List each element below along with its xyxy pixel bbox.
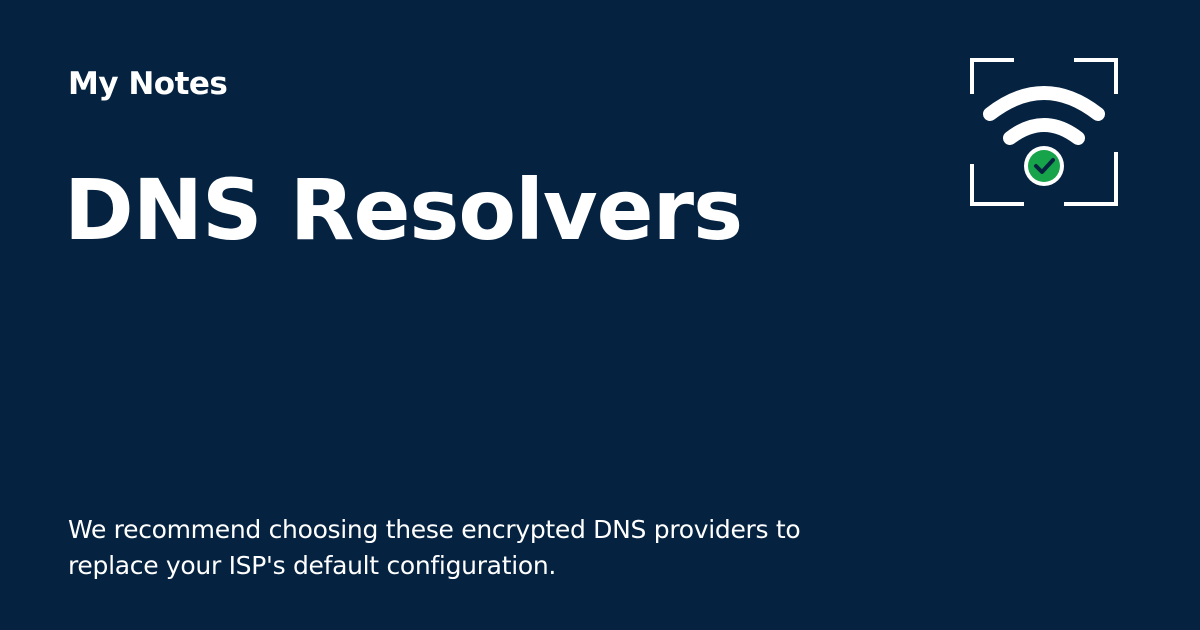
site-name: My Notes (68, 66, 228, 102)
wifi-check-icon (970, 58, 1118, 206)
page-title: DNS Resolvers (64, 161, 743, 259)
page-description: We recommend choosing these encrypted DN… (68, 515, 801, 580)
